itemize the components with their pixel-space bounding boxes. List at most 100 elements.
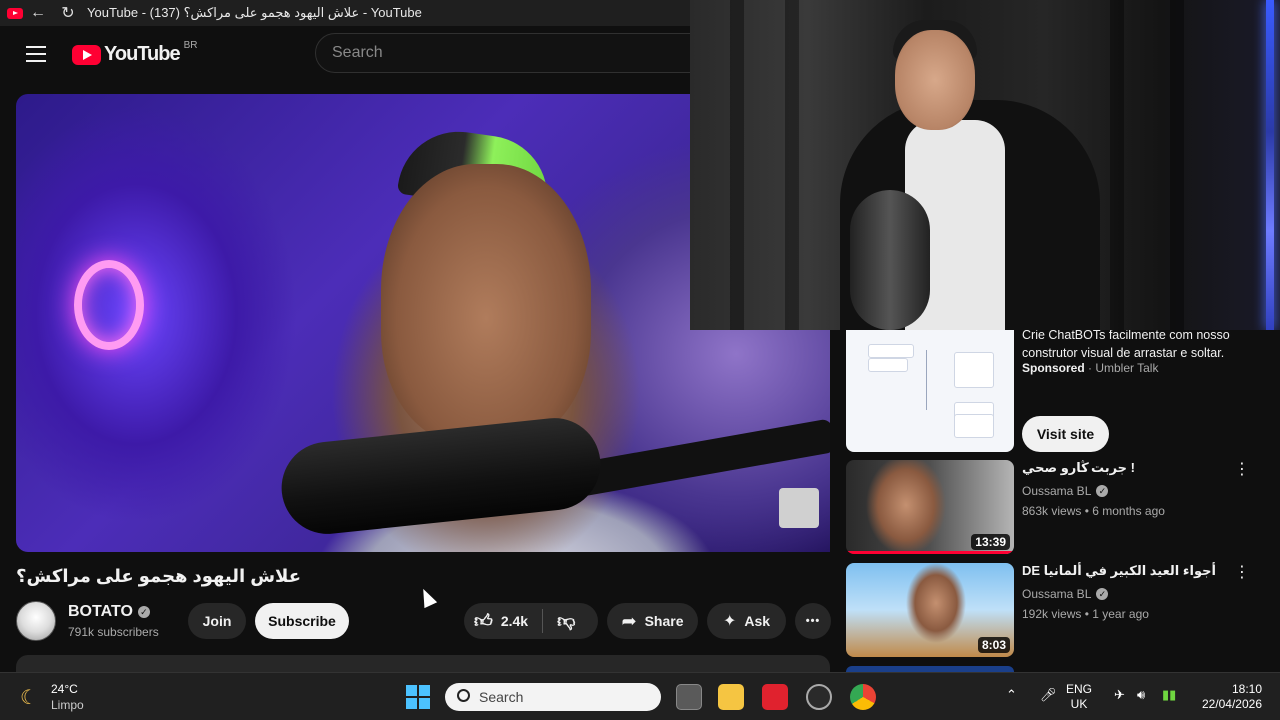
curtain-fold xyxy=(1170,0,1184,330)
video-thumbnail[interactable]: 13:39 xyxy=(846,460,1014,554)
dislike-button[interactable]: 👎︎ xyxy=(557,610,575,632)
back-arrow-icon[interactable]: ← xyxy=(23,4,53,22)
ad-description: Crie ChatBOTs facilmente com nosso const… xyxy=(1022,330,1230,360)
channel-name[interactable]: Oussama BL ✓ xyxy=(1022,587,1109,601)
volume-icon[interactable]: 🔊︎ xyxy=(1137,687,1145,703)
clock-date: 22/04/2026 xyxy=(1201,697,1262,711)
chrome-icon[interactable] xyxy=(850,684,876,710)
video-title: علاش اليهود هجمو على مراكش؟ xyxy=(16,566,302,586)
video-title[interactable]: DE أجواء العيد الكبير في ألمانيا xyxy=(1022,563,1232,579)
ad-thumbnail[interactable] xyxy=(846,330,1014,452)
flow-node xyxy=(954,414,994,438)
description-box[interactable] xyxy=(16,655,830,673)
channel-name-text: BOTATO xyxy=(68,603,133,620)
clock-time: 18:10 xyxy=(1231,682,1262,696)
curtain-fold xyxy=(785,0,799,330)
video-title[interactable]: ! جربت ڭارو صحي xyxy=(1022,460,1232,476)
video-duration: 8:03 xyxy=(977,637,1010,653)
menu-icon[interactable] xyxy=(26,46,46,62)
windows-start-icon[interactable] xyxy=(406,685,430,709)
sponsored-line: Sponsored · Umbler Talk xyxy=(1022,361,1158,375)
channel-name-text: Oussama BL xyxy=(1022,484,1092,498)
visit-site-button[interactable]: Visit site xyxy=(1022,416,1109,452)
subscribe-button[interactable]: Subscribe xyxy=(255,603,349,639)
taskbar-search-label: Search xyxy=(479,689,524,705)
kebab-menu-icon[interactable]: ⋮ xyxy=(1234,462,1250,478)
flow-node xyxy=(868,344,914,358)
led-strip xyxy=(1266,0,1274,330)
language-code: ENG xyxy=(1066,682,1093,696)
join-label: Join xyxy=(202,613,232,629)
flow-node xyxy=(954,352,994,388)
verified-icon: ✓ xyxy=(1096,485,1109,497)
channel-name-text: Oussama BL xyxy=(1022,587,1092,601)
verified-icon: ✓ xyxy=(137,606,150,618)
windows-taskbar: ☾ 24°C Limpo Search ⌃ 🎤︎ ENG UK ✈ 🔊︎ ▮▮ … xyxy=(0,672,1280,720)
like-count: 2.4k xyxy=(500,613,529,629)
task-view-icon[interactable] xyxy=(676,684,702,710)
presenter-head xyxy=(381,164,591,444)
youtube-favicon-icon xyxy=(7,7,23,19)
search-input[interactable]: Search xyxy=(315,33,715,73)
chevron-up-icon[interactable]: ⌃ xyxy=(1006,687,1017,703)
join-button[interactable]: Join xyxy=(188,603,246,639)
flow-node xyxy=(868,358,908,372)
neon-light xyxy=(74,260,144,350)
share-label: Share xyxy=(644,613,684,629)
like-button[interactable]: 👍︎ 2.4k xyxy=(474,610,528,632)
watch-progress-bar xyxy=(846,551,1014,554)
youtube-play-icon xyxy=(72,44,101,65)
reload-icon[interactable]: ↻ xyxy=(53,3,83,23)
airplane-icon[interactable]: ✈ xyxy=(1114,687,1125,703)
like-dislike-group: 👍︎ 2.4k 👎︎ xyxy=(464,603,598,639)
mouse-cursor-icon xyxy=(416,585,438,609)
webcam-overlay xyxy=(690,0,1280,330)
ask-button[interactable]: ✦ Ask xyxy=(707,603,786,639)
taskbar-search[interactable]: Search xyxy=(445,683,661,711)
kebab-menu-icon[interactable]: ⋮ xyxy=(1234,565,1250,581)
weather-condition[interactable]: Limpo xyxy=(51,698,84,712)
curtain-fold xyxy=(730,0,744,330)
sponsored-label: Sponsored xyxy=(1022,361,1085,375)
search-icon xyxy=(457,689,470,702)
verified-icon: ✓ xyxy=(1096,588,1109,600)
battery-icon[interactable]: ▮▮ xyxy=(1162,687,1176,703)
streamer-face xyxy=(895,30,975,130)
ask-label: Ask xyxy=(744,613,771,629)
thumbs-down-icon: 👎︎ xyxy=(557,611,576,631)
logo-text: YouTube xyxy=(104,43,181,65)
channel-watermark[interactable] xyxy=(779,488,819,528)
obs-icon[interactable] xyxy=(806,684,832,710)
microphone-icon[interactable]: 🎤︎ xyxy=(1040,687,1057,703)
curtain-fold xyxy=(1110,0,1124,330)
advertiser-name: · Umbler Talk xyxy=(1088,361,1159,375)
search-placeholder: Search xyxy=(332,44,383,61)
streamer-microphone xyxy=(850,190,930,330)
tab-title: YouTube - (137) علاش اليهود هجمو على مرا… xyxy=(87,5,422,20)
video-meta: 192k views • 1 year ago xyxy=(1022,607,1149,621)
sparkle-icon: ✦ xyxy=(722,613,737,630)
subscriber-count: 791k subscribers xyxy=(68,625,159,639)
more-actions-button[interactable]: ••• xyxy=(795,603,831,639)
share-icon: ➦ xyxy=(621,610,637,631)
language-indicator[interactable]: ENG UK xyxy=(1066,682,1092,712)
youtube-logo[interactable]: YouTube BR xyxy=(72,40,197,66)
recommendation-item[interactable]: 13:39 ! جربت ڭارو صحي Oussama BL ✓ 863k v… xyxy=(846,460,1266,554)
weather-temperature[interactable]: 24°C xyxy=(51,682,78,696)
visit-site-label: Visit site xyxy=(1036,426,1095,442)
subscribe-label: Subscribe xyxy=(268,613,336,629)
channel-name[interactable]: Oussama BL ✓ xyxy=(1022,484,1109,498)
moon-icon[interactable]: ☾ xyxy=(20,685,38,710)
share-button[interactable]: ➦ Share xyxy=(607,603,698,639)
channel-name[interactable]: BOTATO ✓ xyxy=(68,603,150,621)
file-explorer-icon[interactable] xyxy=(718,684,744,710)
recommendation-item[interactable]: 8:03 DE أجواء العيد الكبير في ألمانيا Ou… xyxy=(846,563,1266,657)
youtube-header: YouTube BR Search xyxy=(0,26,715,82)
system-clock[interactable]: 18:10 22/04/2026 xyxy=(1200,682,1262,712)
flow-connector xyxy=(926,350,927,410)
thumbs-up-icon: 👍︎ xyxy=(474,611,493,631)
youtube-app-icon[interactable] xyxy=(762,684,788,710)
more-icon: ••• xyxy=(805,615,821,627)
video-thumbnail[interactable]: 8:03 xyxy=(846,563,1014,657)
channel-avatar[interactable] xyxy=(16,601,56,641)
